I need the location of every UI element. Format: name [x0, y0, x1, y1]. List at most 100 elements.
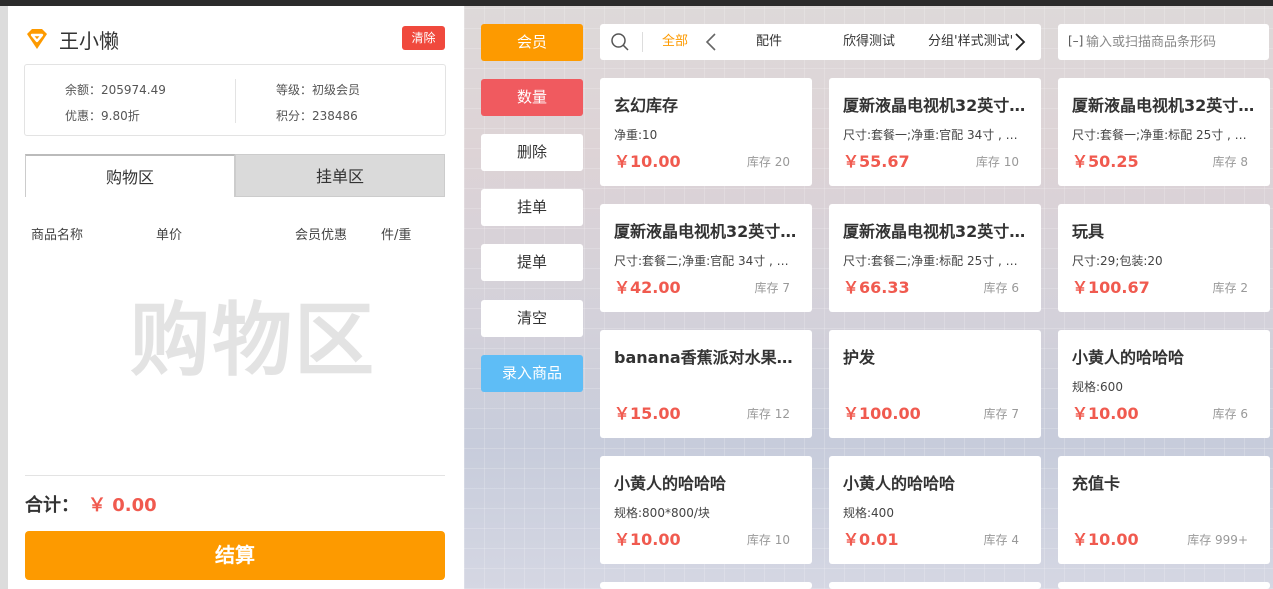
discount-text: 优惠：9.80折 [65, 109, 140, 123]
product-card[interactable]: 小黄人的哈哈哈 规格:800*800/块 ￥10.00 库存 10 [600, 456, 812, 564]
checkout-button[interactable]: 结算 [25, 531, 445, 580]
product-name: 玄幻库存 [614, 96, 679, 115]
product-price: ￥55.67 [843, 152, 910, 171]
product-card[interactable]: 玩具 尺寸:29;包装:20 ￥100.67 库存 2 [1058, 204, 1270, 312]
product-name: 小黄人的哈哈哈 [614, 474, 727, 493]
product-stock: 库存 8 [1212, 155, 1248, 169]
product-price: ￥42.00 [614, 278, 681, 297]
product-spec: 尺寸:套餐二;净重:官配 34寸 , … [614, 254, 789, 268]
product-price: ￥10.00 [614, 152, 681, 171]
product-price: ￥15.00 [614, 404, 681, 423]
clear-cart-button[interactable]: 清空 [481, 300, 583, 337]
product-card[interactable]: 厦新液晶电视机32英寸… 尺寸:套餐二;净重:标配 25寸 , … ￥66.33… [829, 204, 1041, 312]
cart-panel: 王小懒 清除 余额：205974.49 优惠：9.80折 等级：初级会员 积分：… [8, 6, 464, 589]
product-spec: 尺寸:套餐一;净重:官配 34寸 , … [843, 128, 1018, 142]
level-text: 等级：初级会员 [276, 83, 361, 97]
category-style-test[interactable]: 分组'样式测试' [928, 24, 1013, 60]
col-member-discount: 会员优惠 [295, 228, 348, 243]
product-price: ￥50.25 [1072, 152, 1139, 171]
retrieve-order-button[interactable]: 提单 [481, 244, 583, 281]
member-header: 王小懒 [24, 26, 119, 53]
product-stock: 库存 10 [746, 533, 790, 547]
product-card[interactable]: 小黄人的哈哈哈 规格:600 ￥10.00 库存 6 [1058, 330, 1270, 438]
product-spec: 规格:600 [1072, 380, 1123, 394]
product-stock: 库存 20 [746, 155, 790, 169]
product-spec: 净重:10 [614, 128, 658, 142]
category-bar: 全部 配件 欣得测试 分组'样式测试' [600, 24, 1041, 60]
quantity-button[interactable]: 数量 [481, 79, 583, 116]
product-name: 护发 [843, 348, 876, 367]
product-card[interactable]: 护发 ￥100.00 库存 7 [829, 330, 1041, 438]
product-card[interactable]: 玄幻库存 净重:10 ￥10.00 库存 20 [600, 78, 812, 186]
member-info-right: 等级：初级会员 积分：238486 [276, 77, 360, 129]
category-all[interactable]: 全部 [662, 24, 688, 60]
product-name: 小黄人的哈哈哈 [843, 474, 956, 493]
tab-hold-orders[interactable]: 挂单区 [235, 154, 445, 197]
category-accessories[interactable]: 配件 [756, 24, 782, 60]
chevron-right-icon[interactable] [1009, 32, 1029, 52]
cart-tabs: 购物区 挂单区 [25, 154, 445, 197]
product-stock: 库存 4 [983, 533, 1019, 547]
product-card-partial[interactable] [600, 582, 812, 589]
product-stock: 库存 6 [1212, 407, 1248, 421]
points-text: 积分：238486 [276, 109, 358, 123]
product-price: ￥0.01 [843, 530, 899, 549]
member-name: 王小懒 [59, 28, 119, 53]
product-name: banana香蕉派对水果… [614, 348, 793, 367]
product-stock: 库存 7 [754, 281, 790, 295]
barcode-input[interactable] [1086, 31, 1262, 53]
product-price: ￥10.00 [614, 530, 681, 549]
product-area: 会员 数量 删除 挂单 提单 清空 录入商品 全部 配件 欣得测试 分组'样式测… [464, 6, 1273, 589]
category-divider [642, 32, 643, 52]
col-product-name: 商品名称 [31, 228, 84, 243]
cart-empty-watermark: 购物区 [130, 294, 376, 387]
clear-member-button[interactable]: 清除 [402, 26, 445, 50]
barcode-search: [–] [1058, 24, 1269, 60]
product-name: 玩具 [1072, 222, 1105, 241]
member-info-box: 余额：205974.49 优惠：9.80折 等级：初级会员 积分：238486 [24, 64, 446, 136]
product-name: 厦新液晶电视机32英寸… [843, 96, 1026, 115]
product-price: ￥100.67 [1072, 278, 1150, 297]
product-name: 厦新液晶电视机32英寸… [1072, 96, 1255, 115]
product-stock: 库存 2 [1212, 281, 1248, 295]
product-card[interactable]: 充值卡 ￥10.00 库存 999+ [1058, 456, 1270, 564]
product-spec: 规格:800*800/块 [614, 506, 710, 520]
scan-icon: [–] [1068, 34, 1084, 48]
product-spec: 尺寸:套餐二;净重:标配 25寸 , … [843, 254, 1018, 268]
product-name: 小黄人的哈哈哈 [1072, 348, 1185, 367]
search-icon[interactable] [610, 32, 630, 52]
product-card[interactable]: 厦新液晶电视机32英寸… 尺寸:套餐二;净重:官配 34寸 , … ￥42.00… [600, 204, 812, 312]
product-spec: 尺寸:套餐一;净重:标配 25寸 , … [1072, 128, 1247, 142]
product-spec: 规格:400 [843, 506, 894, 520]
member-info-left: 余额：205974.49 优惠：9.80折 [65, 77, 166, 129]
product-card-partial[interactable] [1058, 582, 1270, 589]
product-name: 充值卡 [1072, 474, 1121, 493]
product-stock: 库存 7 [983, 407, 1019, 421]
category-test[interactable]: 欣得测试 [843, 24, 895, 60]
product-stock: 库存 6 [983, 281, 1019, 295]
total-label: 合计： [25, 495, 79, 516]
diamond-icon [27, 29, 47, 49]
col-quantity: 件/重 [381, 228, 412, 243]
product-stock: 库存 999+ [1187, 533, 1248, 547]
product-card[interactable]: 厦新液晶电视机32英寸… 尺寸:套餐一;净重:官配 34寸 , … ￥55.67… [829, 78, 1041, 186]
product-price: ￥66.33 [843, 278, 910, 297]
product-stock: 库存 10 [975, 155, 1019, 169]
product-card[interactable]: 厦新液晶电视机32英寸… 尺寸:套餐一;净重:标配 25寸 , … ￥50.25… [1058, 78, 1270, 186]
left-edge [0, 6, 8, 589]
chevron-left-icon[interactable] [702, 32, 722, 52]
delete-button[interactable]: 删除 [481, 134, 583, 171]
balance-text: 余额：205974.49 [65, 83, 166, 97]
tab-shopping[interactable]: 购物区 [25, 154, 235, 197]
product-card[interactable]: banana香蕉派对水果… ￥15.00 库存 12 [600, 330, 812, 438]
hold-order-button[interactable]: 挂单 [481, 189, 583, 226]
member-button[interactable]: 会员 [481, 24, 583, 61]
product-card[interactable]: 小黄人的哈哈哈 规格:400 ￥0.01 库存 4 [829, 456, 1041, 564]
product-spec: 尺寸:29;包装:20 [1072, 254, 1163, 268]
product-name: 厦新液晶电视机32英寸… [614, 222, 797, 241]
total-divider [25, 475, 445, 476]
add-product-button[interactable]: 录入商品 [481, 355, 583, 392]
col-unit-price: 单价 [156, 228, 183, 243]
product-stock: 库存 12 [746, 407, 790, 421]
product-card-partial[interactable] [829, 582, 1041, 589]
